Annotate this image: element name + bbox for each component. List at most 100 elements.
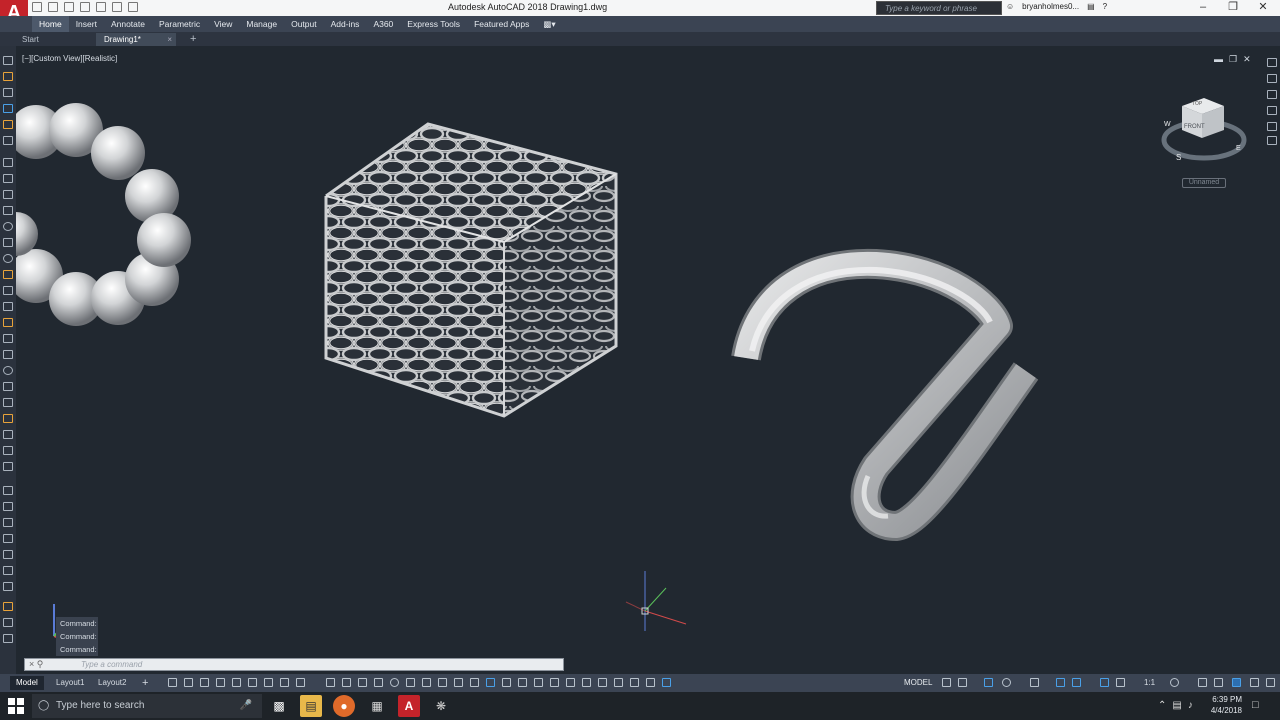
- status-tool-icon[interactable]: [486, 678, 495, 687]
- firefox-icon[interactable]: ●: [333, 695, 355, 717]
- network-icon[interactable]: ▤: [1172, 700, 1181, 711]
- ortho-icon[interactable]: [984, 678, 993, 687]
- annotation-icon[interactable]: [1116, 678, 1125, 687]
- layout-tab-model[interactable]: Model: [10, 676, 44, 690]
- region-icon[interactable]: [3, 318, 13, 327]
- tool-icon[interactable]: [3, 430, 13, 439]
- chevron-up-icon[interactable]: ⌃: [1158, 700, 1166, 711]
- user-account[interactable]: ☺ bryanholmes0... ▤ ?: [1006, 2, 1107, 11]
- ellipse-icon[interactable]: [3, 254, 13, 263]
- tool-icon[interactable]: [3, 72, 13, 81]
- text-icon[interactable]: [3, 350, 13, 359]
- autocad-icon[interactable]: A: [398, 695, 420, 717]
- help-icon[interactable]: ?: [1103, 2, 1107, 11]
- status-tool-icon[interactable]: [390, 678, 399, 687]
- tab-add-ins[interactable]: Add-ins: [324, 16, 367, 32]
- hardware-acceleration-icon[interactable]: [1232, 678, 1241, 687]
- status-tool-icon[interactable]: [454, 678, 463, 687]
- undo-icon[interactable]: [112, 2, 122, 12]
- tool-icon[interactable]: [3, 366, 13, 375]
- tool-icon[interactable]: [3, 618, 13, 627]
- nav-icon[interactable]: [1267, 74, 1277, 83]
- tab-parametric[interactable]: Parametric: [152, 16, 207, 32]
- status-tool-icon[interactable]: [232, 678, 241, 687]
- layout-tab-layout1[interactable]: Layout1: [50, 676, 90, 690]
- spline-icon[interactable]: [3, 238, 13, 247]
- status-tool-icon[interactable]: [422, 678, 431, 687]
- tool-icon[interactable]: [3, 602, 13, 611]
- file-tab-drawing1[interactable]: Drawing1* ×: [96, 33, 176, 46]
- tab-view[interactable]: View: [207, 16, 239, 32]
- viewcube-top-label[interactable]: TOP: [1192, 101, 1203, 107]
- status-tool-icon[interactable]: [518, 678, 527, 687]
- tab-home[interactable]: Home: [32, 16, 69, 32]
- open-icon[interactable]: [48, 2, 58, 12]
- tool-icon[interactable]: [3, 518, 13, 527]
- new-tab-icon[interactable]: +: [182, 33, 204, 46]
- status-tool-icon[interactable]: [296, 678, 305, 687]
- hatch-icon[interactable]: [3, 302, 13, 311]
- status-tool-icon[interactable]: [646, 678, 655, 687]
- polar-icon[interactable]: [1002, 678, 1011, 687]
- tool-icon[interactable]: [3, 486, 13, 495]
- windows-start-icon[interactable]: [8, 698, 24, 714]
- status-tool-icon[interactable]: [502, 678, 511, 687]
- add-layout-icon[interactable]: +: [136, 676, 154, 690]
- status-tool-icon[interactable]: [342, 678, 351, 687]
- otrack-icon[interactable]: [1056, 678, 1065, 687]
- table-icon[interactable]: [3, 334, 13, 343]
- task-view-icon[interactable]: ▩: [268, 695, 290, 717]
- tool-icon[interactable]: [3, 502, 13, 511]
- tool-icon[interactable]: [3, 120, 13, 129]
- viewport-minimize-icon[interactable]: ▬: [1214, 54, 1223, 65]
- file-explorer-icon[interactable]: ▤: [300, 695, 322, 717]
- dynamic-ucs-icon[interactable]: [1072, 678, 1081, 687]
- status-tool-icon[interactable]: [280, 678, 289, 687]
- microphone-icon[interactable]: 🎤: [240, 694, 252, 718]
- add-icon[interactable]: [1198, 678, 1207, 687]
- tab-annotate[interactable]: Annotate: [104, 16, 152, 32]
- nav-icon[interactable]: [1267, 58, 1277, 67]
- status-tool-icon[interactable]: [550, 678, 559, 687]
- maximize-button[interactable]: ❐: [1218, 0, 1248, 16]
- tab-a360[interactable]: A360: [366, 16, 400, 32]
- pan-icon[interactable]: [1267, 90, 1277, 99]
- status-tool-icon[interactable]: [326, 678, 335, 687]
- tab-insert[interactable]: Insert: [69, 16, 104, 32]
- new-icon[interactable]: [32, 2, 42, 12]
- status-tool-icon[interactable]: [614, 678, 623, 687]
- circle-icon[interactable]: [3, 222, 13, 231]
- file-tab-start[interactable]: Start: [14, 33, 47, 46]
- tool-icon[interactable]: [3, 136, 13, 145]
- zoom-icon[interactable]: [1267, 106, 1277, 115]
- tool-icon[interactable]: [3, 534, 13, 543]
- status-tool-icon[interactable]: [630, 678, 639, 687]
- isolate-icon[interactable]: [1214, 678, 1223, 687]
- status-tool-icon[interactable]: [184, 678, 193, 687]
- status-tool-icon[interactable]: [566, 678, 575, 687]
- point-icon[interactable]: [3, 286, 13, 295]
- drawing-viewport[interactable]: TOP FRONT W S E: [16, 46, 1264, 674]
- tool-icon[interactable]: [3, 104, 13, 113]
- tool-icon[interactable]: [3, 414, 13, 423]
- selection-cycling-icon[interactable]: [1100, 678, 1109, 687]
- ribbon-toggle-icon[interactable]: ▩▾: [536, 16, 562, 32]
- tool-icon[interactable]: [3, 398, 13, 407]
- exchange-icon[interactable]: ▤: [1087, 2, 1095, 11]
- status-tool-icon[interactable]: [358, 678, 367, 687]
- tool-icon[interactable]: [3, 582, 13, 591]
- tool-icon[interactable]: [3, 462, 13, 471]
- app-icon[interactable]: ❋: [430, 695, 452, 717]
- redo-icon[interactable]: [128, 2, 138, 12]
- tool-icon[interactable]: [3, 566, 13, 575]
- print-icon[interactable]: [96, 2, 106, 12]
- status-tool-icon[interactable]: [248, 678, 257, 687]
- showmotion-icon[interactable]: [1267, 136, 1277, 145]
- tool-icon[interactable]: [3, 56, 13, 65]
- snap-icon[interactable]: [958, 678, 967, 687]
- tool-icon[interactable]: [3, 382, 13, 391]
- arc-icon[interactable]: [3, 190, 13, 199]
- taskbar-search-input[interactable]: ◯ Type here to search 🎤: [32, 694, 262, 718]
- viewport-controls-label[interactable]: [−][Custom View][Realistic]: [22, 54, 117, 63]
- close-button[interactable]: ✕: [1248, 0, 1278, 16]
